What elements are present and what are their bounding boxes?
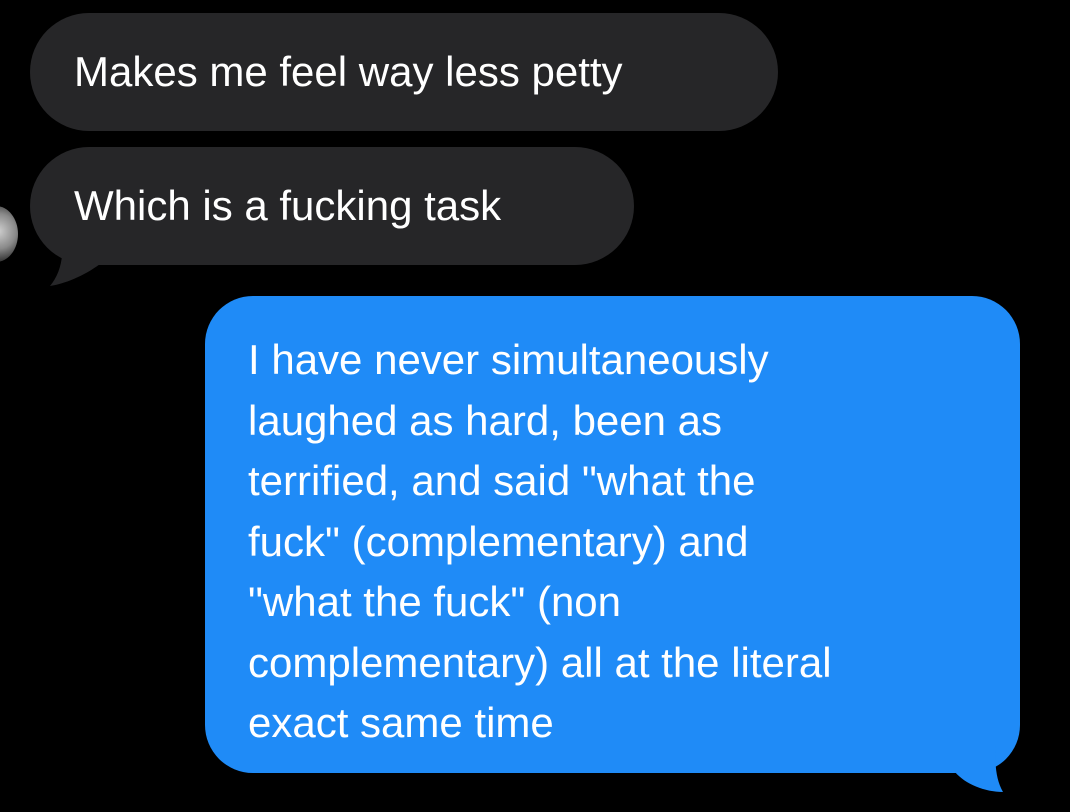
incoming-message-bubble[interactable]: Makes me feel way less petty bbox=[30, 13, 778, 131]
message-text: I have never simultaneously laughed as h… bbox=[248, 336, 832, 746]
message-text: Which is a fucking task bbox=[74, 182, 502, 229]
incoming-bubble-tail-icon bbox=[50, 236, 100, 286]
outgoing-message-bubble[interactable]: I have never simultaneously laughed as h… bbox=[205, 296, 1020, 773]
contact-avatar[interactable] bbox=[0, 206, 18, 262]
message-text: Makes me feel way less petty bbox=[74, 48, 623, 95]
outgoing-bubble-tail-icon bbox=[955, 738, 1003, 792]
incoming-message-bubble[interactable]: Which is a fucking task bbox=[30, 147, 634, 265]
